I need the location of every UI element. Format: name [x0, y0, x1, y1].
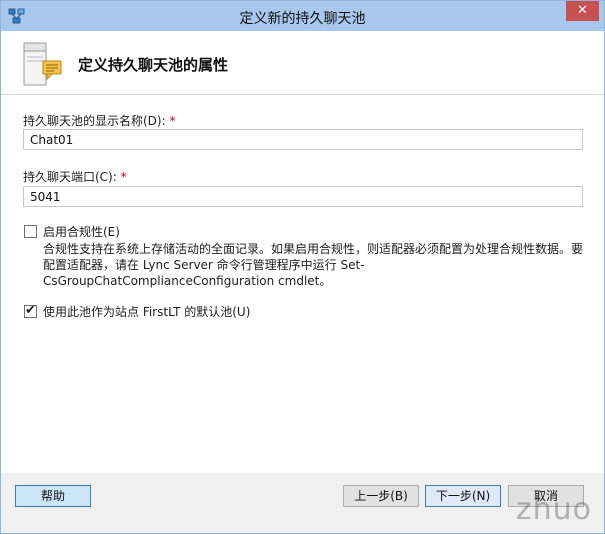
display-name-input[interactable] — [23, 129, 583, 150]
dialog-window: 定义新的持久聊天池 ✕ 定义持久聊天池的属性 持久聊天池的显示名称(D): * … — [0, 0, 605, 534]
back-button[interactable]: 上一步(B) — [343, 485, 419, 507]
server-chat-icon — [23, 42, 62, 86]
close-button[interactable]: ✕ — [566, 1, 599, 21]
required-mark: * — [120, 170, 127, 184]
display-name-label: 持久聊天池的显示名称(D): * — [23, 114, 176, 128]
required-mark: * — [169, 114, 176, 128]
form-area: 持久聊天池的显示名称(D): * 持久聊天端口(C): * 启用合规性(E) 合… — [1, 95, 604, 473]
help-button[interactable]: 帮助 — [15, 485, 91, 507]
port-input[interactable] — [23, 186, 583, 207]
port-label: 持久聊天端口(C): * — [23, 170, 127, 184]
next-button[interactable]: 下一步(N) — [425, 485, 501, 507]
compliance-checkbox[interactable] — [24, 225, 37, 238]
wizard-header: 定义持久聊天池的属性 — [1, 31, 604, 95]
page-title: 定义持久聊天池的属性 — [78, 56, 229, 74]
watermark: zhuo — [515, 492, 592, 527]
default-pool-label: 使用此池作为站点 FirstLT 的默认池(U) — [43, 305, 251, 319]
window-title: 定义新的持久聊天池 — [239, 11, 366, 27]
button-bar: 帮助 上一步(B) 下一步(N) 取消 zhuo — [1, 473, 604, 533]
title-bar[interactable]: 定义新的持久聊天池 ✕ — [1, 1, 604, 31]
compliance-label: 启用合规性(E) — [43, 225, 120, 239]
close-icon: ✕ — [577, 3, 588, 18]
checkmark-icon: ✔ — [25, 303, 36, 318]
default-pool-checkbox[interactable]: ✔ — [24, 303, 37, 318]
compliance-description: 合规性支持在系统上存储活动的全面记录。如果启用合规性，则适配器必须配置为处理合规… — [43, 242, 584, 288]
